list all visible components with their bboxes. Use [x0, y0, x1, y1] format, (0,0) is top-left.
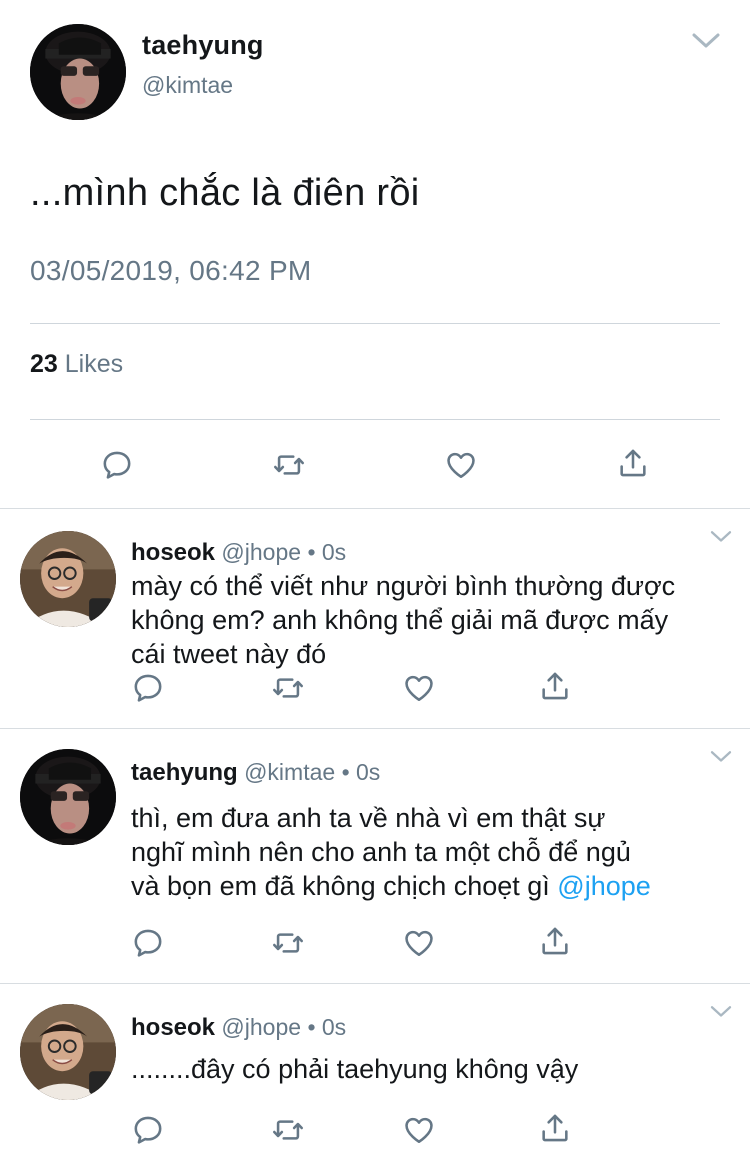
reply-line: không em? anh không thể giải mã được mấy	[131, 605, 669, 635]
avatar[interactable]	[20, 531, 116, 627]
reply-header: hoseok @jhope • 0s	[131, 1014, 346, 1042]
like-icon[interactable]	[402, 671, 436, 705]
reply-tweet[interactable]: taehyung @kimtae • 0s thì, em đưa anh ta…	[0, 729, 750, 983]
author-name[interactable]: taehyung	[142, 30, 264, 61]
avatar[interactable]	[20, 749, 116, 845]
reply-icon[interactable]	[131, 1113, 165, 1147]
reply-text: mày có thể viết như người bình thường đư…	[131, 569, 731, 671]
chevron-down-icon[interactable]	[708, 527, 734, 545]
chevron-down-icon[interactable]	[708, 1002, 734, 1020]
tweet-timestamp: 03/05/2019, 06:42 PM	[30, 255, 312, 286]
author-handle[interactable]: @kimtae	[142, 72, 233, 99]
author-handle[interactable]: @jhope	[221, 1014, 301, 1040]
retweet-icon[interactable]	[271, 1113, 305, 1147]
retweet-icon[interactable]	[272, 448, 306, 482]
likes-number: 23	[30, 350, 58, 378]
retweet-icon[interactable]	[271, 926, 305, 960]
reply-time: 0s	[356, 759, 381, 785]
reply-line: mày có thể viết như người bình thường đư…	[131, 571, 676, 601]
reply-icon[interactable]	[131, 671, 165, 705]
avatar[interactable]	[30, 24, 126, 120]
share-icon[interactable]	[538, 1111, 572, 1145]
author-name[interactable]: hoseok	[131, 539, 215, 566]
reply-time: 0s	[321, 1014, 347, 1040]
share-icon[interactable]	[616, 446, 650, 480]
avatar[interactable]	[20, 1004, 116, 1100]
author-handle[interactable]: @jhope	[221, 539, 301, 565]
author-name[interactable]: taehyung	[131, 759, 238, 786]
divider	[30, 419, 720, 420]
like-icon[interactable]	[402, 1113, 436, 1147]
main-tweet: taehyung @kimtae ...mình chắc là điên rồ…	[0, 0, 750, 508]
divider	[30, 323, 720, 324]
reply-line: ........đây có phải taehyung không vậy	[131, 1054, 579, 1084]
chevron-down-icon[interactable]	[708, 747, 734, 765]
reply-tweet[interactable]: hoseok @jhope • 0s mày có thể viết như n…	[0, 509, 750, 728]
likes-count[interactable]: 23 Likes	[30, 350, 123, 379]
tweet-text: ...mình chắc là điên rồi	[30, 172, 420, 214]
reply-tweet[interactable]: hoseok @jhope • 0s ........đây có phải t…	[0, 984, 750, 1172]
chevron-down-icon[interactable]	[690, 28, 722, 52]
reply-line: nghĩ mình nên cho anh ta một chỗ để ngủ	[131, 837, 631, 867]
reply-line-text: và bọn em đã không chịch choẹt gì	[131, 871, 558, 901]
author-handle[interactable]: @kimtae	[244, 759, 335, 785]
dot-separator: •	[307, 1014, 316, 1040]
likes-label: Likes	[64, 350, 124, 378]
like-icon[interactable]	[402, 926, 436, 960]
reply-text: ........đây có phải taehyung không vậy	[131, 1052, 731, 1086]
reply-line: thì, em đưa anh ta về nhà vì em thật sự	[131, 803, 606, 833]
reply-icon[interactable]	[131, 926, 165, 960]
dot-separator: •	[307, 539, 316, 565]
retweet-icon[interactable]	[271, 671, 305, 705]
reply-header: hoseok @jhope • 0s	[131, 539, 346, 567]
author-name[interactable]: hoseok	[131, 1014, 215, 1041]
share-icon[interactable]	[538, 669, 572, 703]
mention-link[interactable]: @jhope	[557, 871, 650, 901]
reply-line: cái tweet này đó	[131, 639, 327, 669]
dot-separator: •	[341, 759, 350, 785]
reply-header: taehyung @kimtae • 0s	[131, 759, 380, 787]
reply-line: và bọn em đã không chịch choẹt gì @jhope	[131, 869, 731, 903]
reply-text: thì, em đưa anh ta về nhà vì em thật sự …	[131, 801, 731, 903]
reply-time: 0s	[321, 539, 347, 565]
like-icon[interactable]	[444, 448, 478, 482]
share-icon[interactable]	[538, 924, 572, 958]
reply-icon[interactable]	[100, 448, 134, 482]
